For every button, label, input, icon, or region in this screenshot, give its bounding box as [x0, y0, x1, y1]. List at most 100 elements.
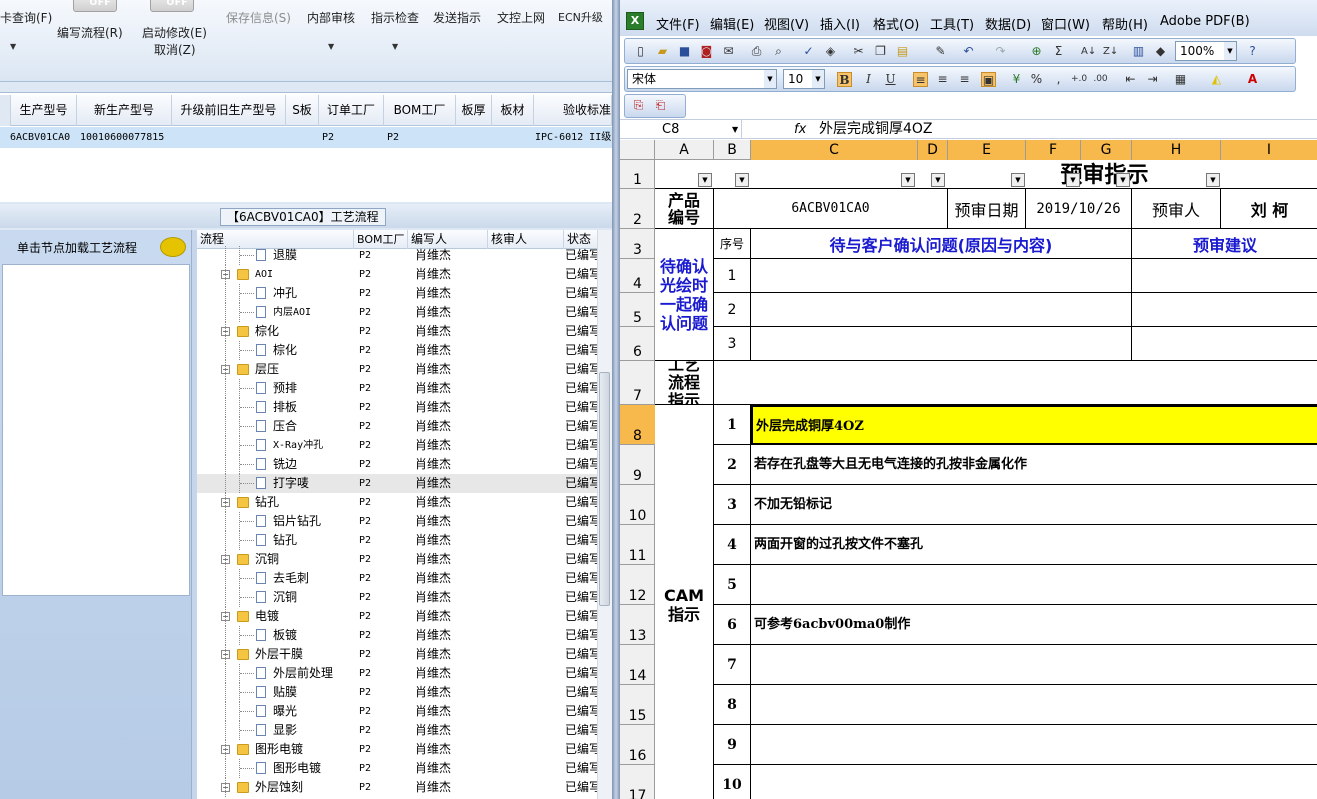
process-label-cell[interactable]: 工艺流程指示	[655, 361, 714, 405]
cam-num-cell[interactable]: 7	[714, 645, 751, 685]
query-dropdown-icon[interactable]: ▼	[10, 42, 16, 51]
underline-icon[interactable]: U	[883, 72, 898, 87]
pdf-email-icon[interactable]: ⎗	[653, 98, 668, 113]
format-painter-icon[interactable]: ✎	[933, 44, 948, 59]
autofilter-dropdown-icon[interactable]: ▼	[698, 173, 712, 187]
tree-node-label[interactable]: AOI	[255, 265, 345, 284]
formula-input[interactable]: 外层完成铜厚4OZ	[819, 120, 933, 139]
tree-row[interactable]: 板镀 P2 肖维杰 已编写	[197, 626, 597, 645]
cam-num-cell[interactable]: 3	[714, 485, 751, 525]
tree-row[interactable]: 铝片钻孔 P2 肖维杰 已编写	[197, 512, 597, 531]
row-header[interactable]: 11	[620, 525, 655, 565]
cam-num-cell[interactable]: 8	[714, 685, 751, 725]
menu-window[interactable]: 窗口(W)	[1041, 14, 1090, 33]
autofilter-dropdown-icon[interactable]: ▼	[1206, 173, 1220, 187]
active-cell[interactable]: 外层完成铜厚4OZ	[751, 405, 1317, 445]
menu-insert[interactable]: 插入(I)	[820, 14, 860, 33]
check-dropdown-icon[interactable]: ▼	[392, 42, 398, 51]
tree-node-label[interactable]: 棕化	[273, 341, 363, 360]
cam-text-cell[interactable]	[751, 765, 1317, 799]
comma-icon[interactable]: ,	[1051, 72, 1066, 87]
column-header[interactable]: A	[655, 140, 714, 160]
product-label-cell[interactable]: 产品编号	[655, 189, 714, 229]
grid-cell[interactable]: P2	[322, 127, 362, 148]
tree-row[interactable]: 内层AOI P2 肖维杰 已编写	[197, 303, 597, 322]
tree-row[interactable]: − 图形电镀 P2 肖维杰 已编写	[197, 740, 597, 759]
print-preview-icon[interactable]: ⌕	[771, 44, 786, 59]
menu-data[interactable]: 数据(D)	[985, 14, 1031, 33]
autosum-icon[interactable]: Σ	[1051, 44, 1066, 59]
tree-row[interactable]: 预排 P2 肖维杰 已编写	[197, 379, 597, 398]
tree-node-label[interactable]: 沉铜	[273, 588, 363, 607]
tree-scrollbar-thumb[interactable]	[599, 372, 610, 606]
review-dropdown-icon[interactable]: ▼	[328, 42, 334, 51]
sort-asc-icon[interactable]: A↓	[1081, 44, 1096, 59]
tree-node-label[interactable]: 曝光	[273, 702, 363, 721]
tree-row[interactable]: 铣边 P2 肖维杰 已编写	[197, 455, 597, 474]
spelling-icon[interactable]: ✓	[801, 44, 816, 59]
menu-adobe-pdf[interactable]: Adobe PDF(B)	[1160, 14, 1250, 29]
cam-num-cell[interactable]: 6	[714, 605, 751, 645]
write-flow-button[interactable]: 编写流程(R)	[57, 24, 123, 41]
menu-tools[interactable]: 工具(T)	[930, 14, 974, 33]
tree-row[interactable]: 钻孔 P2 肖维杰 已编写	[197, 531, 597, 550]
tree-node-label[interactable]: 钻孔	[255, 493, 345, 512]
borders-icon[interactable]: ▦	[1173, 72, 1188, 87]
pending-num-cell[interactable]: 1	[714, 259, 751, 293]
cam-text-cell[interactable]: 若存在孔盘等大且无电气连接的孔按非金属化作	[751, 445, 1317, 485]
reviewer-label-cell[interactable]: 预审人	[1132, 189, 1221, 229]
tree-row[interactable]: − 电镀 P2 肖维杰 已编写	[197, 607, 597, 626]
pending-suggest-cell[interactable]	[1132, 327, 1317, 361]
research-icon[interactable]: ◈	[823, 44, 838, 59]
tree-node-label[interactable]: 电镀	[255, 607, 345, 626]
tree-row[interactable]: 图形电镀 P2 肖维杰 已编写	[197, 759, 597, 778]
column-header[interactable]: D	[918, 140, 948, 160]
row-header[interactable]: 2	[620, 189, 655, 229]
tree-row[interactable]: 棕化 P2 肖维杰 已编写	[197, 341, 597, 360]
autofilter-dropdown-icon[interactable]: ▼	[735, 173, 749, 187]
help-icon[interactable]: ?	[1245, 44, 1260, 59]
cam-num-cell[interactable]: 4	[714, 525, 751, 565]
cam-text-cell[interactable]: 可参考6acbv00ma0制作	[751, 605, 1317, 645]
product-value-cell[interactable]: 6ACBV01CA0	[714, 189, 948, 229]
cam-text-cell[interactable]	[751, 645, 1317, 685]
tree-node-label[interactable]: 图形电镀	[255, 740, 345, 759]
table-row[interactable]: 6ACBV01CA0 10010600077815 P2 P2 IPC-6012…	[0, 127, 612, 148]
tree-row[interactable]: 压合 P2 肖维杰 已编写	[197, 417, 597, 436]
decrease-decimal-icon[interactable]: .00	[1093, 72, 1108, 87]
fill-color-icon[interactable]: ◭	[1209, 72, 1224, 87]
tree-node-label[interactable]: X-Ray冲孔	[273, 436, 363, 455]
tree-row[interactable]: 打字唛 P2 肖维杰 已编写	[197, 474, 597, 493]
tree-row[interactable]: 沉铜 P2 肖维杰 已编写	[197, 588, 597, 607]
row-header[interactable]: 1	[620, 160, 655, 189]
start-edit-toggle[interactable]: OFF	[150, 0, 194, 12]
save-icon[interactable]: ■	[677, 44, 692, 59]
print-icon[interactable]: ⎙	[749, 44, 764, 59]
upload-button[interactable]: 文控上网	[497, 9, 545, 26]
new-icon[interactable]: ▯	[633, 44, 648, 59]
row-header[interactable]: 13	[620, 605, 655, 645]
row-header[interactable]: 10	[620, 485, 655, 525]
align-right-icon[interactable]: ≡	[957, 72, 972, 87]
select-all-corner[interactable]	[620, 140, 655, 160]
email-icon[interactable]: ✉	[721, 44, 736, 59]
decrease-indent-icon[interactable]: ⇤	[1123, 72, 1138, 87]
tree-node-label[interactable]: 预排	[273, 379, 363, 398]
grid-cell[interactable]: 10010600077815	[80, 127, 172, 148]
pending-issue-cell[interactable]	[751, 259, 1132, 293]
column-header[interactable]: E	[948, 140, 1026, 160]
row-header[interactable]: 12	[620, 565, 655, 605]
align-left-icon[interactable]: ≡	[913, 72, 928, 87]
tree-row[interactable]: 冲孔 P2 肖维杰 已编写	[197, 284, 597, 303]
tree-node-label[interactable]: 铝片钻孔	[273, 512, 363, 531]
open-icon[interactable]: ▰	[655, 44, 670, 59]
row-header[interactable]: 6	[620, 327, 655, 361]
menu-edit[interactable]: 编辑(E)	[710, 14, 754, 33]
seq-label-cell[interactable]: 序号	[714, 229, 751, 259]
col-header[interactable]: 升级前旧生产型号	[172, 95, 286, 126]
pending-label-cell[interactable]: 待确认光绘时一起确认问题	[655, 229, 714, 361]
fx-icon[interactable]: fx	[794, 120, 806, 139]
tree-node-label[interactable]: 棕化	[255, 322, 345, 341]
tree-node-label[interactable]: 退膜	[273, 246, 363, 265]
tree-row[interactable]: − 外层蚀刻 P2 肖维杰 已编写	[197, 778, 597, 797]
